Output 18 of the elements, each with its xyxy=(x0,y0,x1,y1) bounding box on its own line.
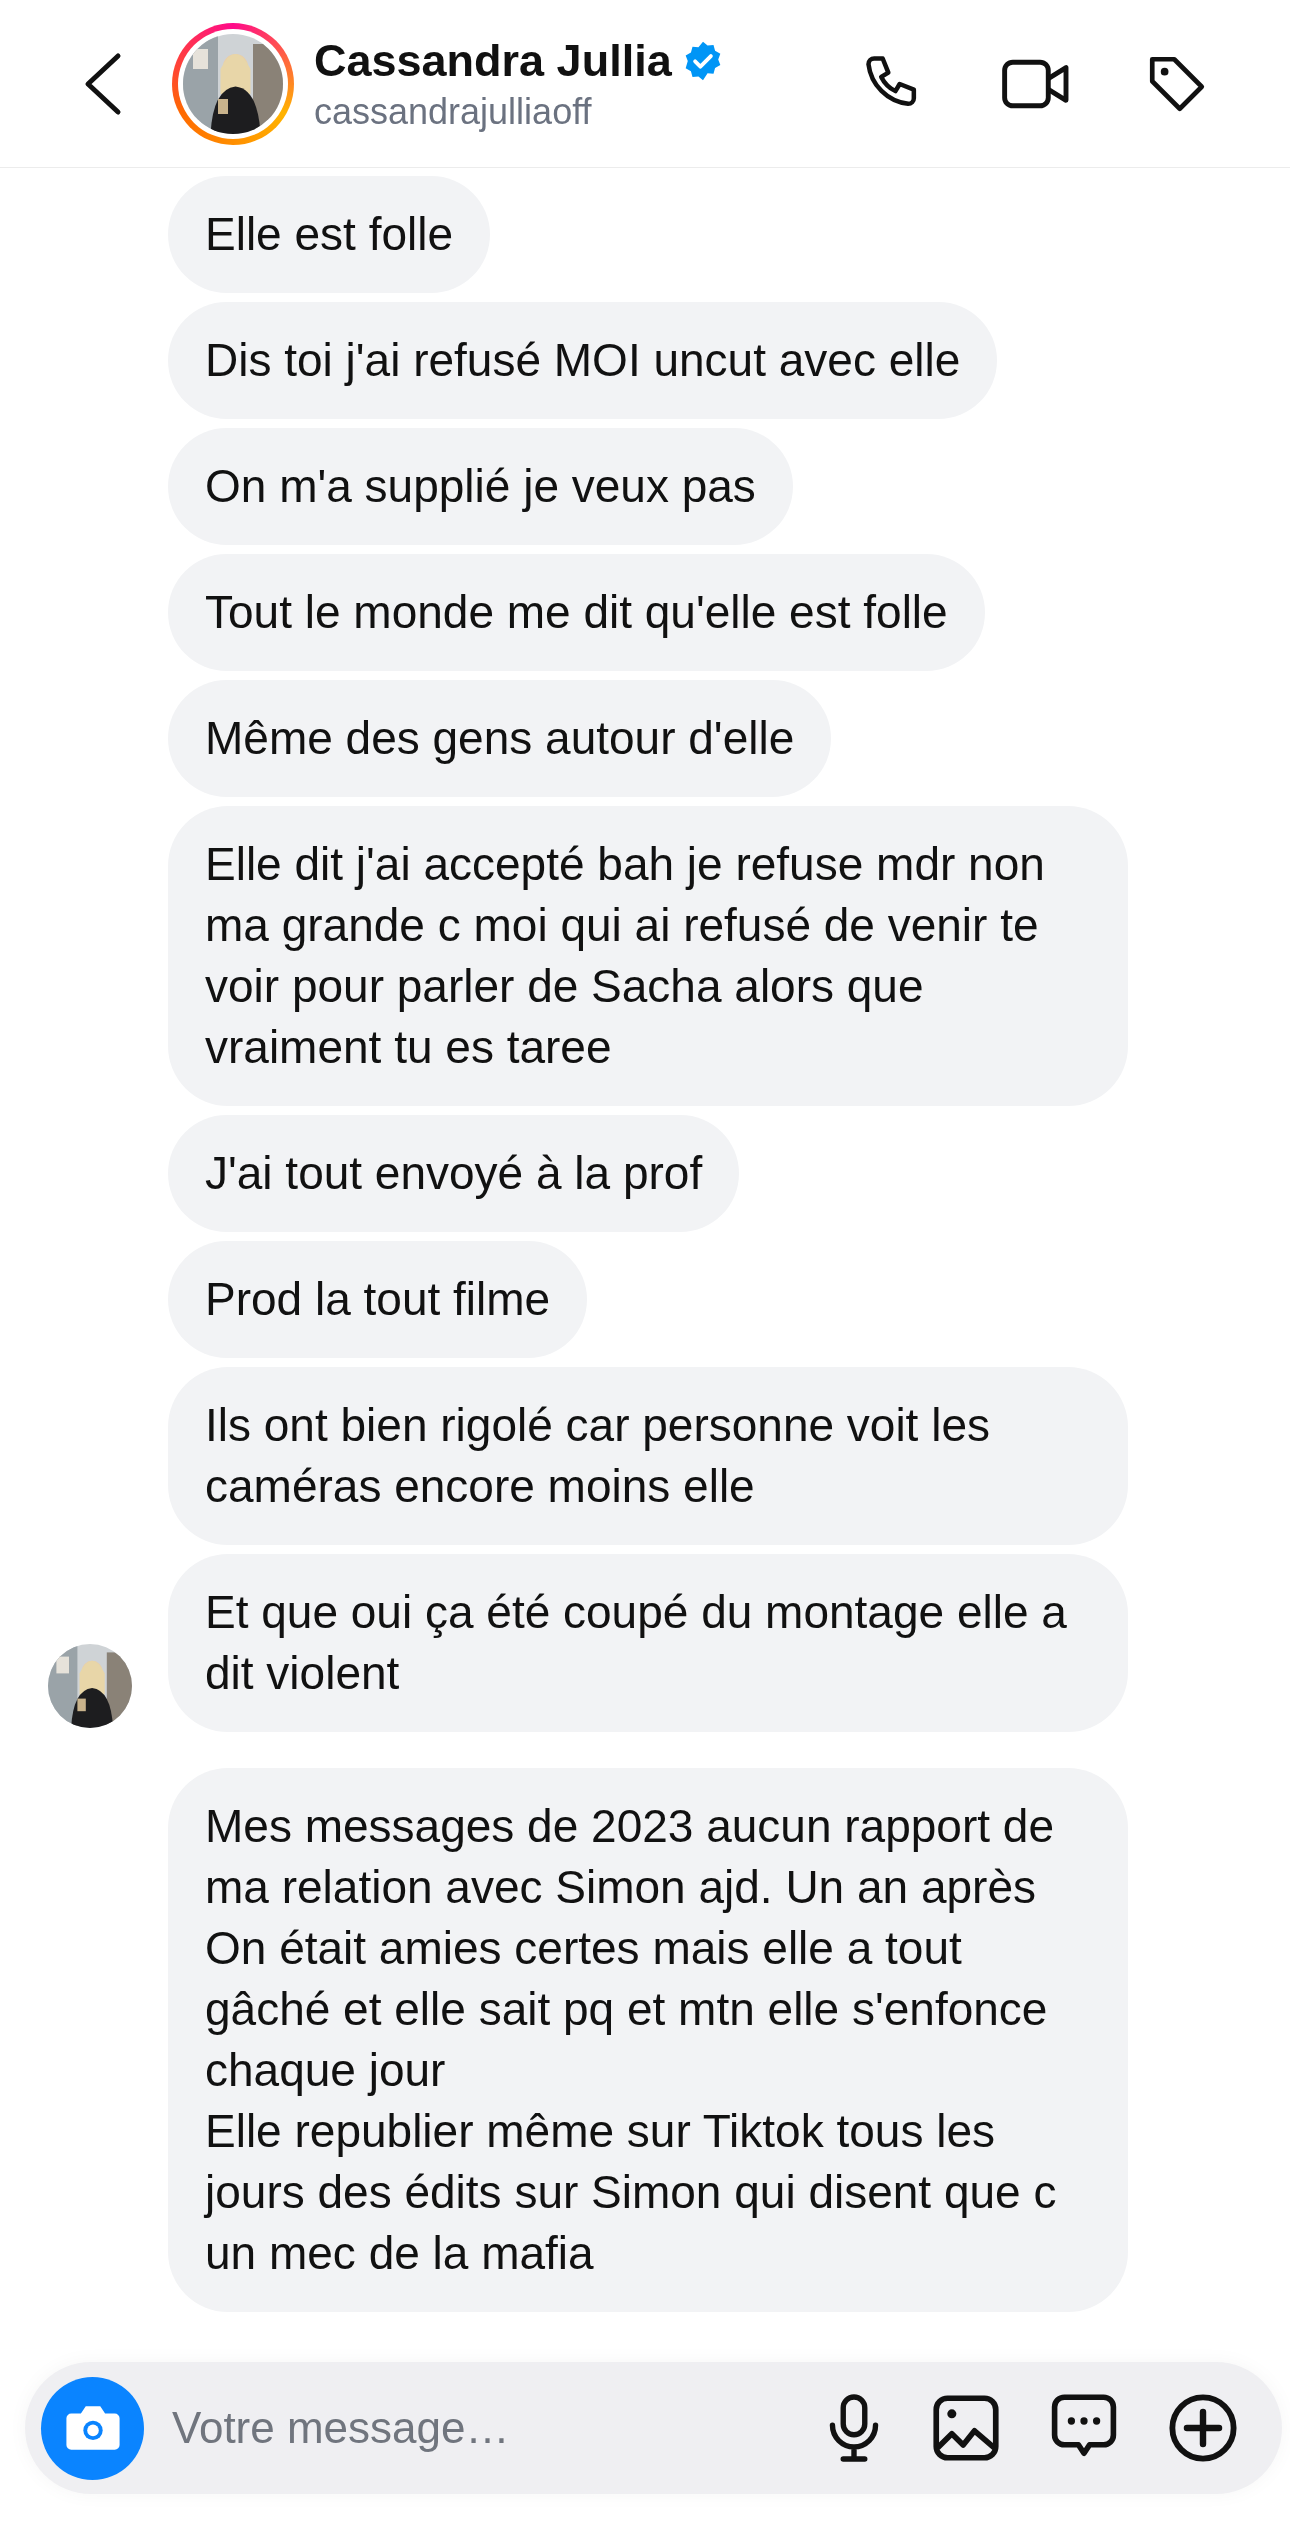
message-field[interactable]: Votre message… xyxy=(25,2362,1282,2494)
message-input[interactable]: Votre message… xyxy=(172,2395,826,2461)
message-bubble: J'ai tout envoyé à la prof xyxy=(168,1115,740,1232)
message-bubble: Prod la tout filme xyxy=(168,1241,588,1358)
camera-icon xyxy=(63,2403,122,2453)
message-bubble: Et que oui ça été coupé du montage elle a dit violent xyxy=(168,1554,1128,1732)
message-bubble: Elle est folle xyxy=(168,176,490,293)
message-bubble: Elle dit j'ai accepté bah je refuse mdr non ma grande c moi qui ai refusé de venir te voir pour parler de Sacha alors que vraiment tu es taree xyxy=(168,806,1128,1106)
plus-icon[interactable] xyxy=(1168,2393,1238,2463)
message-bubble: Ils ont bien rigolé car personne voit les caméras encore moins elle xyxy=(168,1367,1128,1545)
message-bubble: Dis toi j'ai refusé MOI uncut avec elle xyxy=(168,302,998,419)
image-icon[interactable] xyxy=(932,2394,1000,2462)
message-bubble: Tout le monde me dit qu'elle est folle xyxy=(168,554,985,671)
message-bubble: Mes messages de 2023 aucun rapport de ma relation avec Simon ajd. Un an après On était amies certes mais elle a tout gâché et elle sait pq et mtn elle s'enfonce chaque jour Elle republier même sur Tiktok tous les jours des édits sur Simon qui disent que c un mec de la mafia xyxy=(168,1768,1128,2312)
contact-name: Cassandra Jullia xyxy=(314,33,672,88)
message-bubble: On m'a supplié je veux pas xyxy=(168,428,793,545)
message-bubble: Même des gens autour d'elle xyxy=(168,680,832,797)
username: cassandrajulliaoff xyxy=(314,89,593,134)
